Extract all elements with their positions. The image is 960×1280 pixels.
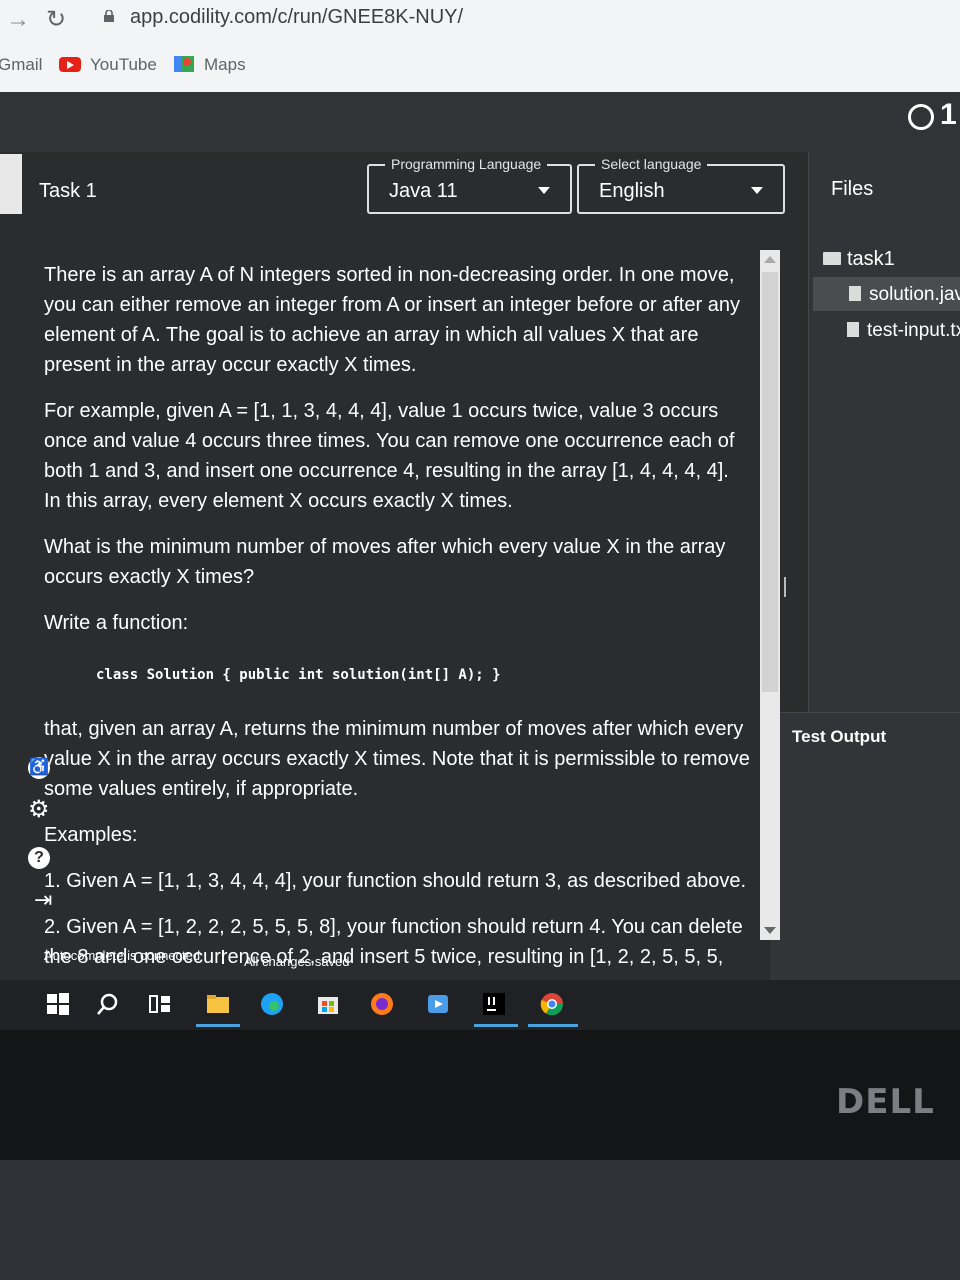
dell-logo: DELL [836, 1082, 935, 1122]
store-icon[interactable] [316, 992, 340, 1016]
example-item: 2. Given A = [1, 2, 2, 2, 5, 5, 5, 8], y… [44, 916, 743, 968]
bookmark-gmail[interactable]: Gmail [0, 55, 42, 75]
problem-question: What is the minimum number of moves afte… [44, 536, 726, 588]
problem-scrollbar[interactable] [760, 250, 780, 940]
programming-language-value: Java 11 [389, 180, 458, 202]
problem-paragraph: There is an array A of N integers sorted… [44, 264, 740, 376]
programming-language-legend: Programming Language [385, 156, 548, 172]
media-player-icon[interactable] [426, 992, 450, 1016]
exit-icon[interactable]: ⇥ [34, 887, 52, 913]
help-icon[interactable]: ? [28, 847, 50, 869]
task-tab-indicator [0, 154, 22, 214]
file-icon [849, 286, 861, 301]
file-label: test-input.txt [867, 320, 960, 341]
windows-start-icon[interactable] [46, 992, 70, 1016]
status-divider [222, 950, 224, 964]
task-view-icon[interactable] [148, 992, 172, 1016]
function-signature: class Solution { public int solution(int… [96, 667, 501, 683]
bookmark-youtube[interactable]: YouTube [90, 55, 157, 75]
example-item: 1. Given A = [1, 1, 3, 4, 4, 4], your fu… [44, 870, 747, 892]
file-label: solution.java [869, 284, 960, 305]
active-app-indicator [474, 1024, 518, 1027]
problem-statement: There is an array A of N integers sorted… [44, 260, 750, 988]
scroll-up-icon[interactable] [764, 256, 776, 263]
active-app-indicator [528, 1024, 578, 1027]
file-explorer-icon[interactable] [206, 992, 230, 1016]
codility-app: 1 Task 1 Programming Language Java 11 Se… [0, 92, 960, 1032]
intellij-icon[interactable] [482, 992, 506, 1016]
lock-icon [104, 10, 114, 22]
task-tab[interactable]: Task 1 [39, 180, 97, 203]
timer-text: 1 [940, 98, 957, 131]
write-function-label: Write a function: [44, 612, 189, 634]
edge-icon[interactable] [260, 992, 284, 1016]
clock-icon [908, 104, 934, 130]
address-bar[interactable]: app.codility.com/c/run/GNEE8K-NUY/ [130, 6, 463, 29]
bookmark-maps[interactable]: Maps [204, 55, 246, 75]
browser-chrome: → ↻ app.codility.com/c/run/GNEE8K-NUY/ G… [0, 0, 960, 92]
accessibility-icon[interactable]: ♿ [28, 757, 50, 779]
folder-icon [823, 252, 841, 265]
chevron-down-icon [538, 187, 550, 194]
laptop-keyboard-edge [0, 1160, 960, 1280]
autocomplete-status: Autocomplete is connected [44, 948, 201, 963]
scroll-thumb[interactable] [762, 272, 778, 692]
save-status: All changes saved [244, 954, 350, 969]
files-label: Files [831, 178, 874, 200]
file-test-input[interactable]: test-input.txt [847, 320, 960, 342]
folder-label: task1 [847, 248, 895, 270]
chrome-icon[interactable] [540, 992, 564, 1016]
test-output-label[interactable]: Test Output [792, 727, 886, 747]
problem-example-paragraph: For example, given A = [1, 1, 3, 4, 4, 4… [44, 400, 735, 512]
forward-icon[interactable]: → [6, 6, 30, 34]
test-output-panel: Test Output [770, 712, 960, 1013]
folder-task1[interactable]: task1 [823, 248, 895, 271]
function-description: that, given an array A, returns the mini… [44, 718, 750, 800]
firefox-icon[interactable] [370, 992, 394, 1016]
search-icon[interactable] [96, 992, 120, 1016]
gear-icon[interactable]: ⚙ [28, 795, 50, 824]
file-solution[interactable]: solution.java [849, 284, 960, 306]
programming-language-select[interactable]: Programming Language Java 11 [367, 156, 572, 214]
examples-label: Examples: [44, 824, 138, 846]
windows-taskbar [0, 980, 960, 1030]
chevron-down-icon [751, 187, 763, 194]
active-app-indicator [196, 1024, 240, 1027]
display-language-select[interactable]: Select language English [577, 156, 785, 214]
maps-icon [174, 56, 194, 72]
display-language-value: English [599, 180, 665, 202]
reload-icon[interactable]: ↻ [46, 5, 66, 34]
scroll-down-icon[interactable] [764, 927, 776, 934]
top-bar: 1 [0, 92, 960, 152]
file-icon [847, 322, 859, 337]
display-language-legend: Select language [595, 156, 708, 172]
youtube-icon [59, 57, 81, 72]
